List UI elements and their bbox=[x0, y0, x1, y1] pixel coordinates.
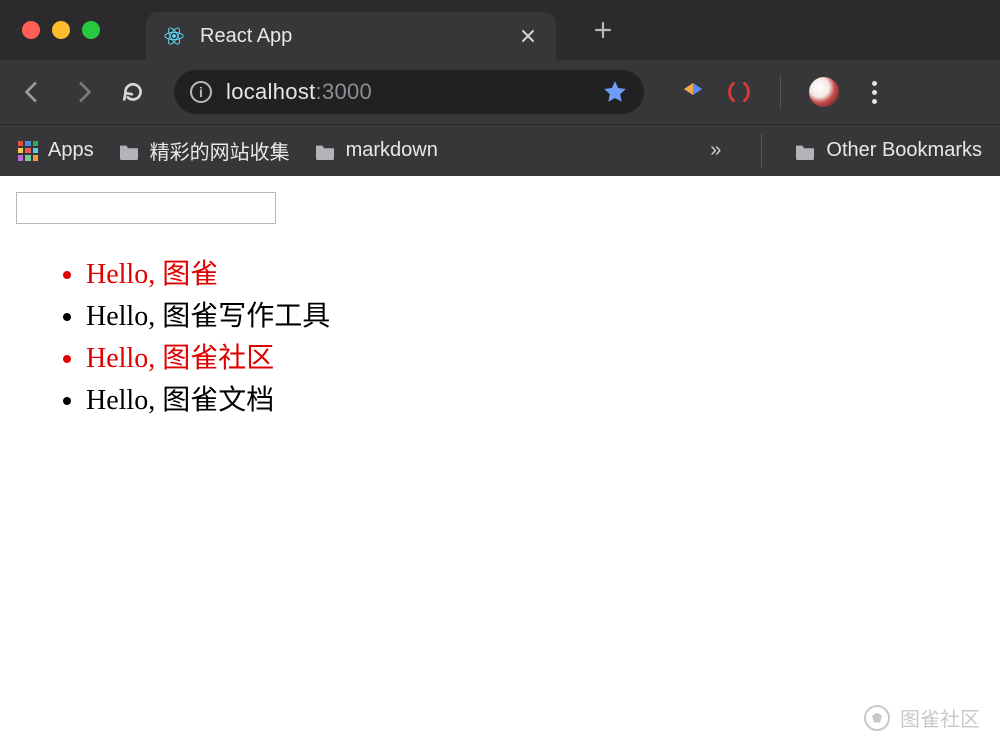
list-item: Hello, 图雀 bbox=[86, 254, 984, 296]
other-bookmarks-label: Other Bookmarks bbox=[826, 139, 982, 162]
extensions bbox=[680, 75, 889, 109]
apps-icon bbox=[18, 141, 38, 161]
new-tab-button[interactable] bbox=[588, 15, 618, 45]
browser-tab[interactable]: React App bbox=[146, 12, 556, 60]
bookmark-folder-label: 精彩的网站收集 bbox=[150, 136, 290, 165]
window-close-button[interactable] bbox=[22, 21, 40, 39]
bookmarks-bar: Apps 精彩的网站收集 markdown » Other Bookmarks bbox=[0, 124, 1000, 176]
url-text: localhost:3000 bbox=[226, 79, 372, 105]
profile-avatar[interactable] bbox=[809, 77, 839, 107]
traffic-lights bbox=[22, 21, 100, 39]
watermark-label: 图雀社区 bbox=[900, 703, 980, 732]
site-info-icon[interactable]: i bbox=[190, 81, 212, 103]
window-titlebar: React App bbox=[0, 0, 1000, 60]
bookmark-star-icon[interactable] bbox=[602, 79, 628, 105]
bookmark-folder[interactable]: markdown bbox=[314, 139, 438, 162]
folder-icon bbox=[118, 142, 140, 160]
close-icon[interactable] bbox=[518, 26, 538, 46]
apps-label: Apps bbox=[48, 139, 94, 162]
watermark: 图雀社区 bbox=[864, 703, 980, 732]
items-list: Hello, 图雀 Hello, 图雀写作工具 Hello, 图雀社区 Hell… bbox=[16, 254, 984, 422]
folder-icon bbox=[314, 142, 336, 160]
bookmark-folder-label: markdown bbox=[346, 139, 438, 162]
text-input[interactable] bbox=[16, 192, 276, 224]
reload-button[interactable] bbox=[116, 75, 150, 109]
window-minimize-button[interactable] bbox=[52, 21, 70, 39]
back-button[interactable] bbox=[16, 75, 50, 109]
url-host: localhost bbox=[226, 79, 316, 104]
address-bar[interactable]: i localhost:3000 bbox=[174, 70, 644, 114]
bookmark-folder[interactable]: 精彩的网站收集 bbox=[118, 136, 290, 165]
react-icon bbox=[164, 26, 184, 46]
extension-icon[interactable] bbox=[680, 79, 706, 105]
page-content: Hello, 图雀 Hello, 图雀写作工具 Hello, 图雀社区 Hell… bbox=[0, 176, 1000, 750]
browser-toolbar: i localhost:3000 bbox=[0, 60, 1000, 124]
forward-button[interactable] bbox=[66, 75, 100, 109]
bookmarks-divider bbox=[761, 134, 762, 168]
apps-shortcut[interactable]: Apps bbox=[18, 139, 94, 162]
bookmarks-overflow-button[interactable]: » bbox=[704, 139, 729, 162]
menu-button[interactable] bbox=[859, 77, 889, 107]
list-item: Hello, 图雀写作工具 bbox=[86, 296, 984, 338]
window-maximize-button[interactable] bbox=[82, 21, 100, 39]
list-item: Hello, 图雀社区 bbox=[86, 338, 984, 380]
toolbar-divider bbox=[780, 75, 781, 109]
wechat-icon bbox=[864, 705, 890, 731]
folder-icon bbox=[794, 142, 816, 160]
list-item: Hello, 图雀文档 bbox=[86, 380, 984, 422]
url-port: :3000 bbox=[316, 79, 373, 104]
extension-icon[interactable] bbox=[726, 79, 752, 105]
tab-title: React App bbox=[200, 25, 502, 48]
other-bookmarks[interactable]: Other Bookmarks bbox=[794, 139, 982, 162]
